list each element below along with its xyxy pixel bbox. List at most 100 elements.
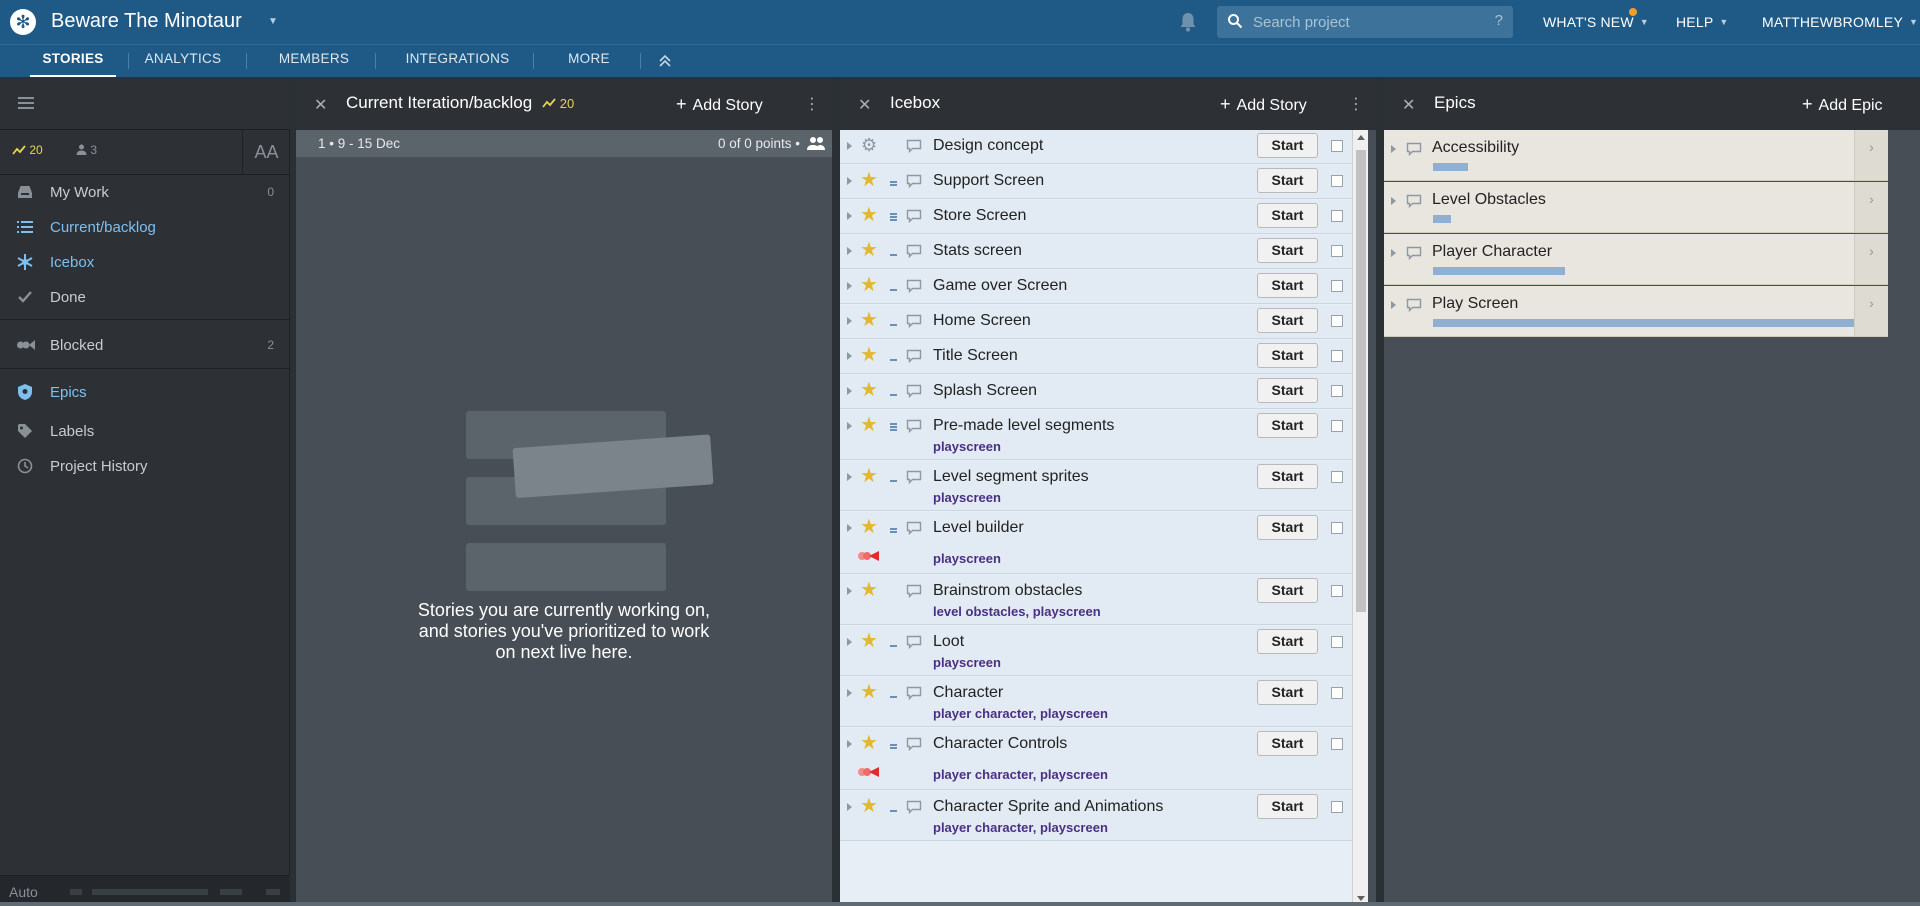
story-row[interactable]: ★ Splash Screen Start bbox=[840, 375, 1352, 409]
story-row[interactable]: ★ Loot playscreen Start bbox=[840, 626, 1352, 676]
panel-width-slider[interactable] bbox=[92, 889, 208, 895]
story-labels[interactable]: player character, playscreen bbox=[933, 706, 1108, 721]
expand-story-icon[interactable] bbox=[847, 524, 852, 532]
story-labels[interactable]: playscreen bbox=[933, 439, 1001, 454]
select-story-checkbox[interactable] bbox=[1331, 385, 1343, 397]
search-help-icon[interactable]: ? bbox=[1495, 12, 1503, 29]
select-story-checkbox[interactable] bbox=[1331, 245, 1343, 257]
search-input[interactable] bbox=[1253, 11, 1473, 33]
story-row[interactable]: ★ Pre-made level segments playscreen Start bbox=[840, 410, 1352, 460]
tab-integrations[interactable]: INTEGRATIONS bbox=[385, 50, 530, 78]
velocity-indicator[interactable]: 20 bbox=[12, 143, 43, 157]
select-story-checkbox[interactable] bbox=[1331, 350, 1343, 362]
story-labels[interactable]: playscreen bbox=[933, 490, 1001, 505]
members-count[interactable]: 3 bbox=[76, 143, 97, 157]
add-story-button[interactable]: + Add Story bbox=[676, 94, 763, 115]
iteration-header[interactable]: 1 • 9 - 15 Dec 0 of 0 points • bbox=[296, 130, 832, 157]
sidebar-item-project-history[interactable]: Project History bbox=[0, 449, 290, 483]
scroll-down-icon[interactable] bbox=[1357, 896, 1365, 901]
tab-more[interactable]: MORE bbox=[548, 50, 630, 78]
start-story-button[interactable]: Start bbox=[1257, 515, 1318, 540]
expand-epic-icon[interactable] bbox=[1391, 249, 1396, 257]
select-story-checkbox[interactable] bbox=[1331, 175, 1343, 187]
story-labels[interactable]: playscreen bbox=[933, 655, 1001, 670]
text-size-toggle[interactable]: AA bbox=[242, 130, 290, 175]
story-row[interactable]: ⚙ Design concept Start bbox=[840, 130, 1352, 164]
select-story-checkbox[interactable] bbox=[1331, 140, 1343, 152]
start-story-button[interactable]: Start bbox=[1257, 273, 1318, 298]
expand-story-icon[interactable] bbox=[847, 689, 852, 697]
select-story-checkbox[interactable] bbox=[1331, 636, 1343, 648]
sidebar-item-icebox[interactable]: Icebox bbox=[0, 245, 290, 279]
start-story-button[interactable]: Start bbox=[1257, 308, 1318, 333]
start-story-button[interactable]: Start bbox=[1257, 731, 1318, 756]
project-switcher-chevron-icon[interactable]: ▼ bbox=[268, 16, 278, 27]
story-row[interactable]: ★ Level builder playscreen Start bbox=[840, 512, 1352, 574]
bell-icon[interactable] bbox=[1178, 11, 1198, 33]
expand-story-icon[interactable] bbox=[847, 422, 852, 430]
story-row[interactable]: ★ Game over Screen Start bbox=[840, 270, 1352, 304]
expand-story-icon[interactable] bbox=[847, 352, 852, 360]
user-menu[interactable]: MATTHEWBROMLEY ▼ bbox=[1762, 14, 1918, 30]
select-story-checkbox[interactable] bbox=[1331, 738, 1343, 750]
panel-menu-icon[interactable]: ⋮ bbox=[804, 94, 820, 114]
expand-story-icon[interactable] bbox=[847, 638, 852, 646]
start-story-button[interactable]: Start bbox=[1257, 203, 1318, 228]
story-row[interactable]: ★ Character player character, playscreen St… bbox=[840, 677, 1352, 727]
scroll-up-icon[interactable] bbox=[1357, 135, 1365, 140]
tab-stories[interactable]: STORIES bbox=[30, 50, 116, 78]
start-story-button[interactable]: Start bbox=[1257, 133, 1318, 158]
expand-story-icon[interactable] bbox=[847, 317, 852, 325]
open-epic-chevron-icon[interactable]: › bbox=[1854, 182, 1888, 232]
open-epic-chevron-icon[interactable]: › bbox=[1854, 234, 1888, 284]
open-epic-chevron-icon[interactable]: › bbox=[1854, 286, 1888, 336]
select-story-checkbox[interactable] bbox=[1331, 687, 1343, 699]
sidebar-item-labels[interactable]: Labels bbox=[0, 414, 290, 448]
select-story-checkbox[interactable] bbox=[1331, 585, 1343, 597]
expand-story-icon[interactable] bbox=[847, 142, 852, 150]
expand-epic-icon[interactable] bbox=[1391, 197, 1396, 205]
panel-menu-icon[interactable]: ⋮ bbox=[1348, 94, 1364, 114]
start-story-button[interactable]: Start bbox=[1257, 343, 1318, 368]
open-epic-chevron-icon[interactable]: › bbox=[1854, 130, 1888, 180]
story-labels[interactable]: player character, playscreen bbox=[933, 767, 1108, 782]
hamburger-icon[interactable] bbox=[18, 96, 34, 110]
expand-story-icon[interactable] bbox=[847, 473, 852, 481]
start-story-button[interactable]: Start bbox=[1257, 578, 1318, 603]
expand-story-icon[interactable] bbox=[847, 247, 852, 255]
start-story-button[interactable]: Start bbox=[1257, 680, 1318, 705]
story-labels[interactable]: level obstacles, playscreen bbox=[933, 604, 1101, 619]
expand-story-icon[interactable] bbox=[847, 282, 852, 290]
story-row[interactable]: ★ Title Screen Start bbox=[840, 340, 1352, 374]
help-menu[interactable]: HELP ▼ bbox=[1676, 14, 1728, 30]
icebox-scrollbar[interactable] bbox=[1352, 130, 1368, 906]
story-row[interactable]: ★ Stats screen Start bbox=[840, 235, 1352, 269]
add-epic-button[interactable]: + Add Epic bbox=[1802, 94, 1883, 115]
story-row[interactable]: ★ Character Controls player character, pla… bbox=[840, 728, 1352, 790]
expand-story-icon[interactable] bbox=[847, 803, 852, 811]
search-box[interactable]: ? bbox=[1217, 6, 1513, 38]
story-labels[interactable]: player character, playscreen bbox=[933, 820, 1108, 835]
start-story-button[interactable]: Start bbox=[1257, 378, 1318, 403]
epic-row[interactable]: Accessibility › bbox=[1384, 130, 1888, 181]
start-story-button[interactable]: Start bbox=[1257, 413, 1318, 438]
team-strength-icon[interactable] bbox=[806, 135, 826, 151]
auto-width-toggle[interactable]: Auto bbox=[9, 884, 38, 900]
start-story-button[interactable]: Start bbox=[1257, 168, 1318, 193]
expand-story-icon[interactable] bbox=[847, 740, 852, 748]
expand-story-icon[interactable] bbox=[847, 212, 852, 220]
epic-row[interactable]: Level Obstacles › bbox=[1384, 182, 1888, 233]
scrollbar-thumb[interactable] bbox=[1356, 150, 1366, 612]
sidebar-item-epics[interactable]: Epics bbox=[0, 375, 290, 409]
tracker-logo-icon[interactable]: ✻ bbox=[10, 9, 36, 35]
project-title[interactable]: Beware The Minotaur bbox=[51, 10, 242, 33]
expand-epic-icon[interactable] bbox=[1391, 301, 1396, 309]
story-row[interactable]: ★ Support Screen Start bbox=[840, 165, 1352, 199]
expand-epic-icon[interactable] bbox=[1391, 145, 1396, 153]
story-row[interactable]: ★ Store Screen Start bbox=[840, 200, 1352, 234]
select-story-checkbox[interactable] bbox=[1331, 315, 1343, 327]
tab-members[interactable]: MEMBERS bbox=[258, 50, 370, 78]
sidebar-item-done[interactable]: Done bbox=[0, 280, 290, 314]
close-panel-icon[interactable]: ✕ bbox=[314, 95, 327, 115]
expand-story-icon[interactable] bbox=[847, 587, 852, 595]
